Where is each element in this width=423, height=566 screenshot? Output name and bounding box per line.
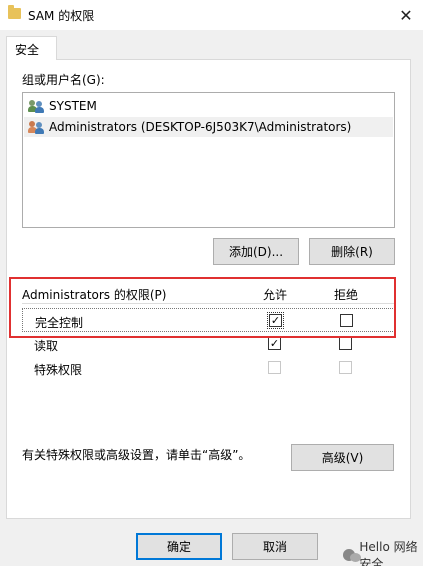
deny-checkbox-full-control[interactable] [340,314,353,327]
advanced-hint: 有关特殊权限或高级设置，请单击“高级”。 [22,448,251,462]
deny-column-header: 拒绝 [334,288,359,302]
advanced-button[interactable]: 高级(V) [291,444,394,471]
close-button[interactable]: ✕ [389,0,423,30]
tab-security[interactable]: 安全 [6,36,57,60]
deny-checkbox-read[interactable] [339,337,352,350]
allow-checkbox-full-control[interactable]: ✓ [267,312,284,329]
permissions-table: Administrators 的权限(P) 允许 拒绝 完全控制 ✓ 读取 ✓ … [22,282,395,438]
deny-checkbox-special [339,361,352,374]
tab-security-label: 安全 [15,43,40,57]
tab-strip: 安全 [0,30,423,60]
permission-name: 特殊权限 [34,363,83,377]
watermark: Hello 网络安全 [343,538,423,566]
group-list-label: 组或用户名(G): [22,73,105,87]
cancel-button[interactable]: 取消 [232,533,318,560]
permission-row-read[interactable]: 读取 ✓ [22,332,395,356]
permission-row-full-control[interactable]: 完全控制 ✓ [22,308,395,332]
wechat-icon [343,549,362,562]
watermark-text: Hello 网络安全 [359,540,418,566]
window-title: SAM 的权限 [28,9,95,23]
permission-name: 完全控制 [35,316,84,330]
permissions-header: Administrators 的权限(P) 允许 拒绝 [22,282,395,304]
list-item-administrators[interactable]: Administrators (DESKTOP-6J503K7\Administ… [24,117,393,137]
add-button[interactable]: 添加(D)... [213,238,299,265]
allow-checkbox-read[interactable]: ✓ [268,337,281,350]
group-user-list[interactable]: SYSTEM Administrators (DESKTOP-6J503K7\A… [22,92,395,228]
permissions-header-label: Administrators 的权限(P) [22,288,167,302]
ok-button[interactable]: 确定 [136,533,222,560]
allow-checkbox-special [268,361,281,374]
title-bar: SAM 的权限 ✕ [0,0,423,30]
users-icon [28,99,46,113]
users-icon [28,120,46,134]
close-icon: ✕ [399,5,413,25]
folder-icon [8,5,21,19]
list-item-label: Administrators (DESKTOP-6J503K7\Administ… [49,120,352,134]
remove-button[interactable]: 删除(R) [309,238,395,265]
allow-column-header: 允许 [263,288,288,302]
permission-name: 读取 [34,339,59,353]
permission-row-special: 特殊权限 [22,356,395,380]
list-item-system[interactable]: SYSTEM [24,96,393,116]
list-item-label: SYSTEM [49,99,97,113]
